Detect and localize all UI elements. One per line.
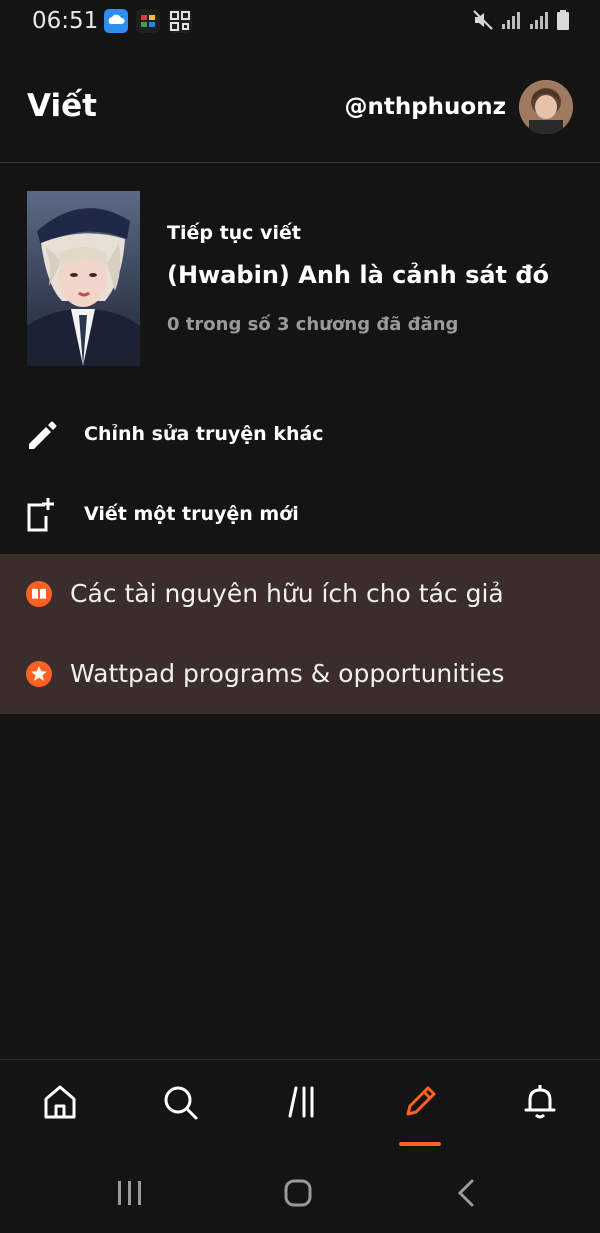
status-time: 06:51 [32, 8, 99, 34]
avatar[interactable] [519, 80, 573, 134]
mute-icon [472, 9, 494, 36]
page-title: Viết [27, 88, 97, 124]
status-indicators [472, 9, 570, 36]
programs-link[interactable]: Wattpad programs & opportunities [0, 634, 600, 714]
resources-section: Các tài nguyên hữu ích cho tác giả Wattp… [0, 554, 600, 714]
star-icon [26, 661, 52, 687]
resources-label: Các tài nguyên hữu ích cho tác giả [70, 579, 504, 608]
recent-apps-icon[interactable] [110, 1177, 150, 1211]
library-icon[interactable] [272, 1082, 332, 1142]
qr-app-icon [168, 9, 192, 33]
status-app-icons [104, 9, 192, 33]
edit-other-story-label: Chỉnh sửa truyện khác [84, 423, 324, 445]
home-icon[interactable] [30, 1082, 90, 1142]
edit-other-story-button[interactable]: Chỉnh sửa truyện khác [0, 395, 600, 473]
story-cover[interactable] [27, 191, 140, 366]
cloud-app-icon [104, 9, 128, 33]
notifications-icon[interactable] [510, 1082, 570, 1142]
write-new-story-button[interactable]: Viết một truyện mới [0, 475, 600, 553]
chapter-info: 0 trong số 3 chương đã đăng [167, 314, 459, 335]
header: Viết @nthphuonz [0, 42, 600, 163]
battery-icon [556, 9, 570, 36]
write-new-story-label: Viết một truyện mới [84, 503, 299, 525]
programs-label: Wattpad programs & opportunities [70, 659, 505, 688]
continue-writing-card[interactable]: Tiếp tục viết (Hwabin) Anh là cảnh sát đ… [0, 175, 600, 385]
home-system-icon[interactable] [278, 1177, 318, 1211]
color-grid-app-icon [136, 9, 160, 33]
signal-icon [528, 9, 550, 36]
signal-icon [500, 9, 522, 36]
system-nav-bar [0, 1155, 600, 1233]
username[interactable]: @nthphuonz [344, 94, 506, 120]
story-title[interactable]: (Hwabin) Anh là cảnh sát đó [167, 261, 549, 289]
bottom-nav [0, 1059, 600, 1156]
active-tab-indicator [399, 1142, 441, 1146]
new-document-icon [25, 496, 61, 532]
status-bar: 06:51 [0, 0, 600, 42]
back-icon[interactable] [448, 1177, 488, 1211]
write-icon[interactable] [390, 1082, 450, 1142]
resources-link[interactable]: Các tài nguyên hữu ích cho tác giả [0, 554, 600, 634]
book-icon [26, 581, 52, 607]
pencil-icon [25, 416, 61, 452]
search-icon[interactable] [150, 1082, 210, 1142]
continue-writing-label: Tiếp tục viết [167, 222, 301, 244]
